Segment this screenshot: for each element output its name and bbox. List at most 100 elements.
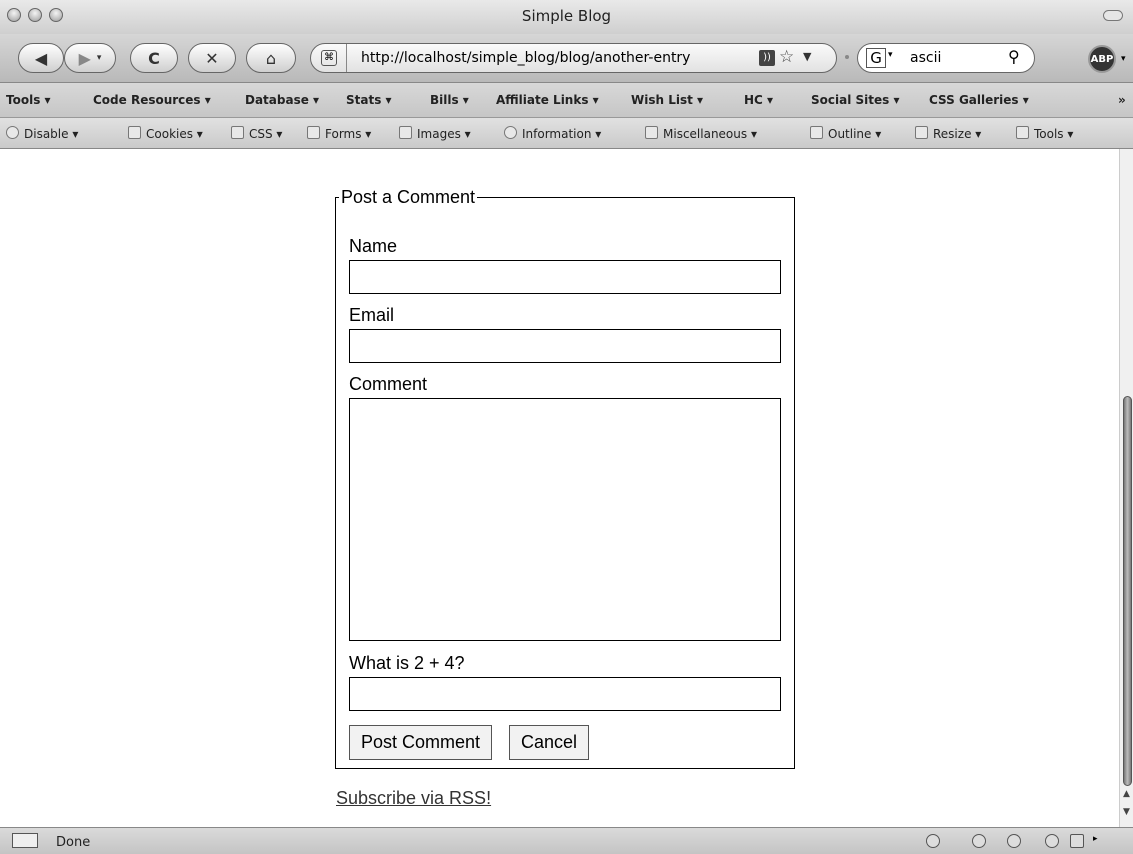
status-disable-icon[interactable] [926,834,940,848]
close-status-icon[interactable] [1070,834,1084,848]
firebug-icon[interactable] [972,834,986,848]
status-signal-icon [12,833,38,848]
disable-icon [6,126,19,139]
search-input[interactable]: ascii [910,50,941,66]
webdev-outline[interactable]: Outline ▾ [810,126,881,141]
resize-icon [915,126,928,139]
url-text[interactable]: http://localhost/simple_blog/blog/anothe… [361,50,690,66]
comment-label: Comment [349,374,428,394]
home-icon: ⌂ [265,48,277,68]
search-engine-icon[interactable]: G [866,48,886,68]
webdev-outline-label: Outline ▾ [828,127,882,141]
bookmark-code-resources[interactable]: Code Resources ▾ [93,93,211,107]
scroll-down-arrow-icon[interactable]: ▼ [1123,807,1130,817]
bookmark-hc[interactable]: HC ▾ [744,93,773,107]
url-bar[interactable]: ⌘ http://localhost/simple_blog/blog/anot… [310,43,837,73]
separator-dot [845,55,849,59]
outline-icon [810,126,823,139]
reload-button[interactable]: C [130,43,178,73]
information-icon [504,126,517,139]
bookmarks-toolbar: Tools ▾ Code Resources ▾ Database ▾ Stat… [0,83,1133,118]
email-input[interactable] [349,329,781,363]
webdev-disable[interactable]: Disable ▾ [6,126,78,141]
comment-form: Post a Comment Name Email Comment What i… [335,187,795,769]
webdev-information[interactable]: Information ▾ [504,126,601,141]
back-icon: ◀ [34,48,48,68]
webdev-information-label: Information ▾ [522,127,602,141]
scrollbar-thumb[interactable] [1123,396,1132,786]
comment-form-legend: Post a Comment [341,187,476,207]
forms-icon [307,126,320,139]
webdev-resize-label: Resize ▾ [933,127,982,141]
webdev-cookies-label: Cookies ▾ [146,127,203,141]
url-dropdown-icon[interactable]: ▼ [803,50,811,63]
scroll-up-arrow-icon[interactable]: ▲ [1123,789,1130,799]
name-input[interactable] [349,260,781,294]
email-label: Email [349,305,395,325]
tools-icon [1016,126,1029,139]
subscribe-rss-link[interactable]: Subscribe via RSS! [336,788,491,809]
webdev-css-label: CSS ▾ [249,127,283,141]
images-icon [399,126,412,139]
navigation-toolbar: ◀ ▶ ▾ C ✕ ⌂ ⌘ http://localhost/simple_blo… [0,34,1133,83]
webdev-tools-label: Tools ▾ [1034,127,1074,141]
search-icon[interactable]: ⚲ [1008,47,1020,66]
window-title: Simple Blog [521,7,612,25]
page-content: Post a Comment Name Email Comment What i… [0,149,1119,827]
bookmark-bills[interactable]: Bills ▾ [430,93,469,107]
webdev-forms-label: Forms ▾ [325,127,372,141]
webdev-resize[interactable]: Resize ▾ [915,126,981,141]
search-engine-dropdown-icon[interactable]: ▾ [888,50,893,60]
forward-button[interactable]: ▶ ▾ [64,43,116,73]
vertical-scrollbar[interactable]: ▲ ▼ [1119,149,1133,827]
webdev-images[interactable]: Images ▾ [399,126,471,141]
home-button[interactable]: ⌂ [246,43,296,73]
comment-textarea[interactable] [349,398,781,641]
forward-icon: ▶ [78,48,91,68]
history-dropdown-icon: ▾ [96,53,102,63]
status-text: Done [56,835,91,850]
window-titlebar: Simple Blog [0,0,1133,35]
status-more-icon[interactable]: ▸ [1093,834,1098,844]
stop-icon: ✕ [205,48,219,68]
webdev-tools[interactable]: Tools ▾ [1016,126,1073,141]
webdev-images-label: Images ▾ [417,127,471,141]
greasemonkey-icon[interactable] [1007,834,1021,848]
bookmark-css-galleries[interactable]: CSS Galleries ▾ [929,93,1029,107]
webdev-forms[interactable]: Forms ▾ [307,126,371,141]
miscellaneous-icon [645,126,658,139]
webdev-cookies[interactable]: Cookies ▾ [128,126,203,141]
site-icon: ⌘ [321,50,337,66]
toolbar-toggle-button[interactable] [1103,10,1123,21]
cookies-icon [128,126,141,139]
bookmark-affiliate-links[interactable]: Affiliate Links ▾ [496,93,599,107]
bookmark-tools[interactable]: Tools ▾ [6,93,51,107]
url-divider [346,44,347,72]
bookmark-star-icon[interactable]: ☆ [779,47,794,67]
bookmark-wish-list[interactable]: Wish List ▾ [631,93,703,107]
webdev-css[interactable]: CSS ▾ [231,126,282,141]
web-developer-toolbar: Disable ▾ Cookies ▾ CSS ▾ Forms ▾ Images… [0,118,1133,149]
captcha-label: What is 2 + 4? [349,653,465,673]
name-label: Name [349,236,398,256]
back-button[interactable]: ◀ [18,43,64,73]
cancel-button[interactable]: Cancel [509,725,590,760]
search-bar[interactable]: G ▾ ascii ⚲ [857,43,1035,73]
webdev-disable-label: Disable ▾ [24,127,79,141]
captcha-input[interactable] [349,677,781,711]
bookmark-database[interactable]: Database ▾ [245,93,319,107]
adblock-dropdown-icon[interactable]: ▾ [1121,54,1126,64]
rss-feed-icon[interactable]: )) [759,50,775,66]
css-icon [231,126,244,139]
post-comment-button[interactable]: Post Comment [349,725,493,760]
bookmark-stats[interactable]: Stats ▾ [346,93,392,107]
status-bar: Done ▸ [0,827,1133,854]
reload-icon: C [148,48,160,68]
bookmark-social-sites[interactable]: Social Sites ▾ [811,93,899,107]
sync-icon[interactable] [1045,834,1059,848]
webdev-miscellaneous[interactable]: Miscellaneous ▾ [645,126,757,141]
bookmarks-overflow-button[interactable]: » [1118,93,1126,107]
webdev-miscellaneous-label: Miscellaneous ▾ [663,127,757,141]
adblock-icon[interactable]: ABP [1088,45,1116,73]
stop-button[interactable]: ✕ [188,43,236,73]
